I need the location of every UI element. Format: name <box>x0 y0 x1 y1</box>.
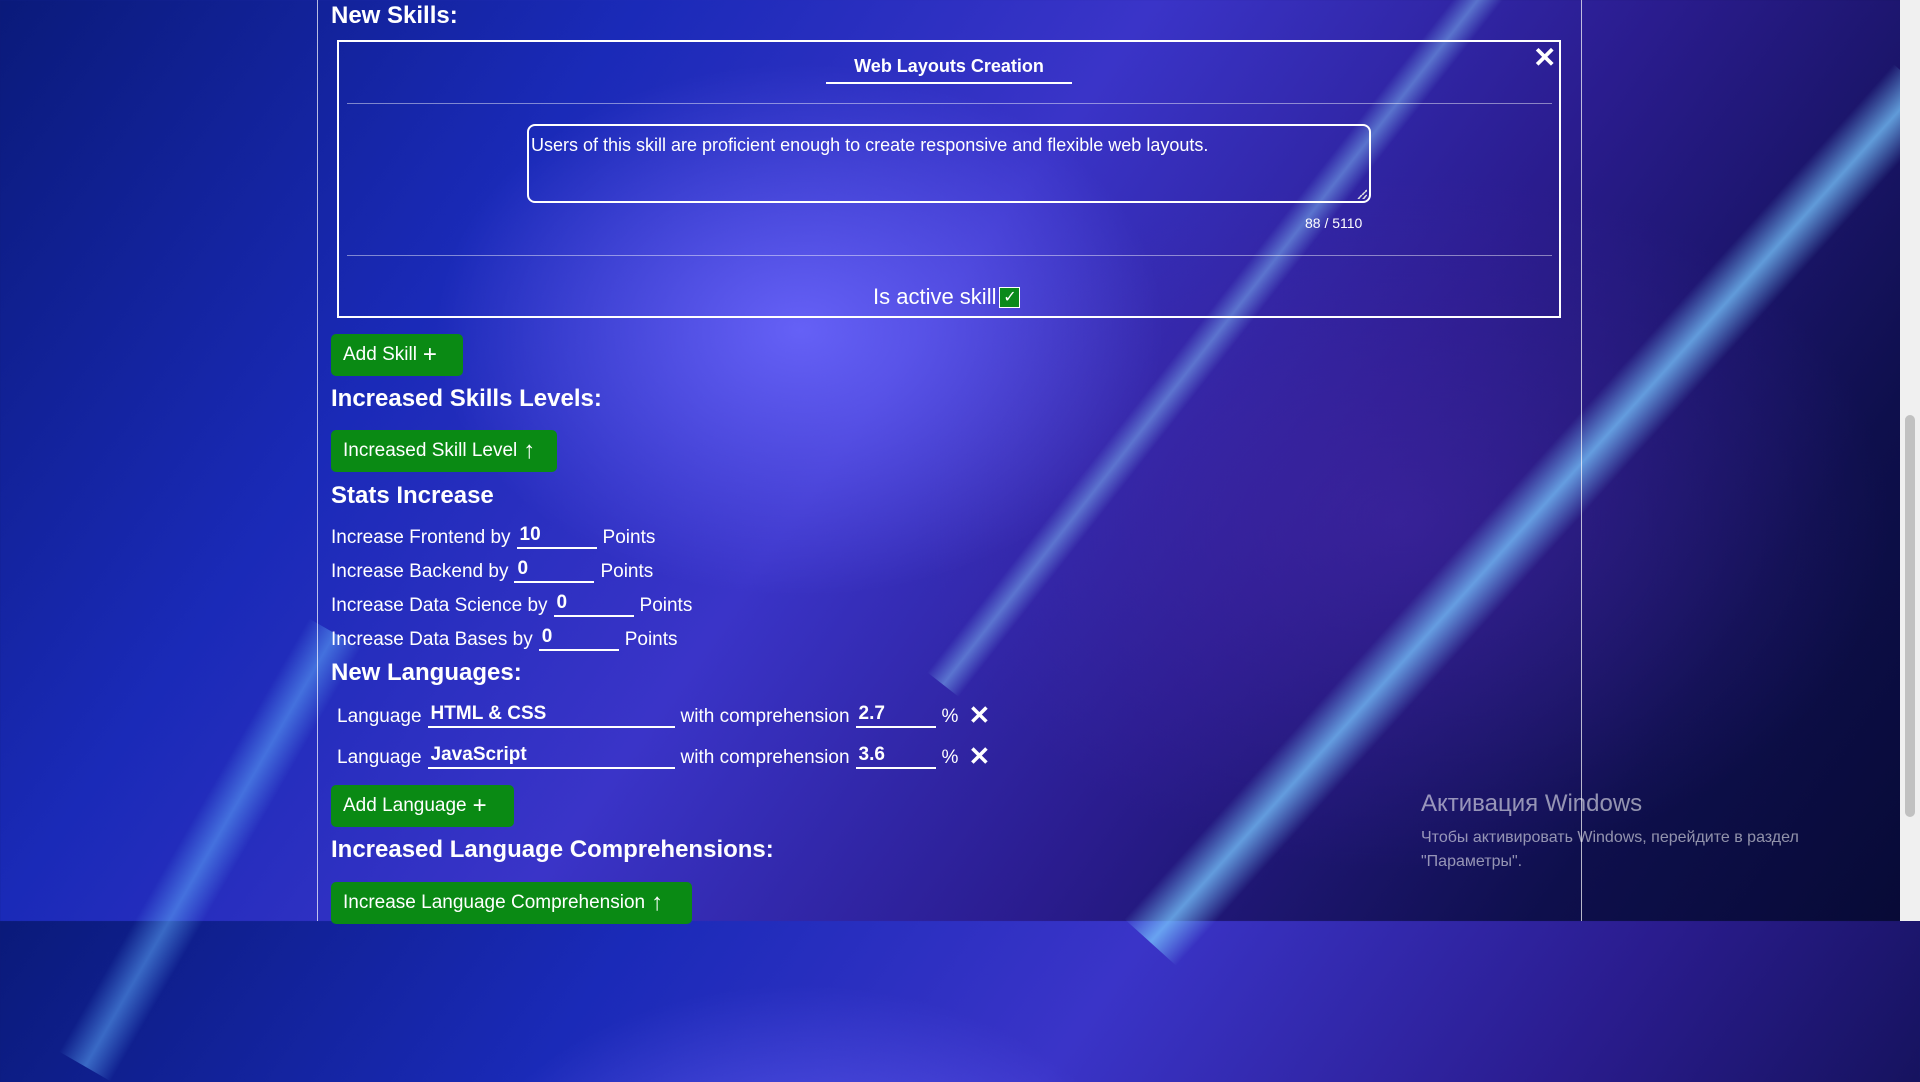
increase-language-comprehension-button[interactable]: Increase Language Comprehension ↑ <box>331 882 692 924</box>
active-skill-checkbox[interactable]: ✓ <box>999 286 1021 308</box>
language-row: Language with comprehension % ✕ <box>337 743 990 769</box>
watermark-title: Активация Windows <box>1421 790 1643 817</box>
stat-label: Increase Frontend by <box>331 527 511 548</box>
skill-description-textarea[interactable]: Users of this skill are proficient enoug… <box>527 124 1371 203</box>
comprehension-label: with comprehension <box>680 706 850 727</box>
scrollbar-thumb[interactable] <box>1905 415 1915 817</box>
arrow-up-icon: ↑ <box>523 437 536 464</box>
add-skill-button[interactable]: Add Skill + <box>331 334 463 376</box>
close-icon[interactable]: ✕ <box>968 702 990 728</box>
resize-handle-icon[interactable] <box>1357 189 1367 199</box>
light-streak <box>59 618 361 1082</box>
increased-skill-level-button[interactable]: Increased Skill Level ↑ <box>331 430 557 472</box>
add-skill-label: Add Skill <box>343 344 417 365</box>
stat-suffix: Points <box>624 629 678 650</box>
watermark-line2: "Параметры". <box>1421 853 1523 870</box>
arrow-up-icon: ↑ <box>651 889 664 916</box>
percent-unit: % <box>941 706 959 727</box>
language-row: Language with comprehension % ✕ <box>337 702 990 728</box>
stats-increase-heading: Stats Increase <box>331 482 494 509</box>
comprehension-input[interactable] <box>855 702 936 728</box>
close-icon[interactable]: ✕ <box>968 743 990 769</box>
new-skills-heading: New Skills: <box>331 2 458 29</box>
active-skill-row: Is active skill ✓ <box>873 284 1021 310</box>
stat-suffix: Points <box>600 561 654 582</box>
data-science-points-input[interactable] <box>553 591 634 617</box>
language-name-input[interactable] <box>427 743 675 769</box>
add-language-label: Add Language <box>343 795 467 816</box>
plus-icon: + <box>472 792 487 819</box>
windows-activation-watermark: Активация Windows Чтобы активировать Win… <box>1421 790 1799 874</box>
increased-skills-levels-heading: Increased Skills Levels: <box>331 385 602 412</box>
language-name-input[interactable] <box>427 702 675 728</box>
watermark-line1: Чтобы активировать Windows, перейдите в … <box>1421 829 1799 846</box>
stat-row-frontend: Increase Frontend by Points <box>331 523 655 549</box>
divider <box>347 103 1552 104</box>
stat-label: Increase Data Bases by <box>331 629 533 650</box>
stat-label: Increase Data Science by <box>331 595 548 616</box>
stat-row-data-bases: Increase Data Bases by Points <box>331 625 678 651</box>
checkmark-icon: ✓ <box>1003 289 1017 306</box>
increased-skill-level-label: Increased Skill Level <box>343 440 518 461</box>
stat-row-data-science: Increase Data Science by Points <box>331 591 692 617</box>
language-prefix: Language <box>337 747 422 768</box>
stat-label: Increase Backend by <box>331 561 509 582</box>
increase-language-comprehension-label: Increase Language Comprehension <box>343 892 646 913</box>
stat-suffix: Points <box>639 595 693 616</box>
stat-suffix: Points <box>602 527 656 548</box>
stat-row-backend: Increase Backend by Points <box>331 557 653 583</box>
active-skill-label: Is active skill <box>873 284 997 309</box>
frontend-points-input[interactable] <box>516 523 597 549</box>
comprehension-input[interactable] <box>855 743 936 769</box>
comprehension-label: with comprehension <box>680 747 850 768</box>
language-prefix: Language <box>337 706 422 727</box>
data-bases-points-input[interactable] <box>538 625 619 651</box>
increased-language-comprehensions-heading: Increased Language Comprehensions: <box>331 836 774 863</box>
close-icon[interactable]: ✕ <box>1533 44 1556 72</box>
new-languages-heading: New Languages: <box>331 659 522 686</box>
divider <box>347 255 1552 256</box>
add-language-button[interactable]: Add Language + <box>331 785 514 827</box>
percent-unit: % <box>941 747 959 768</box>
skill-name-input[interactable]: Web Layouts Creation <box>826 52 1072 84</box>
vertical-scrollbar[interactable] <box>1900 0 1920 921</box>
backend-points-input[interactable] <box>514 557 595 583</box>
plus-icon: + <box>422 341 437 368</box>
char-counter: 88 / 5110 <box>1305 215 1363 231</box>
skill-description-text: Users of this skill are proficient enoug… <box>531 135 1209 155</box>
